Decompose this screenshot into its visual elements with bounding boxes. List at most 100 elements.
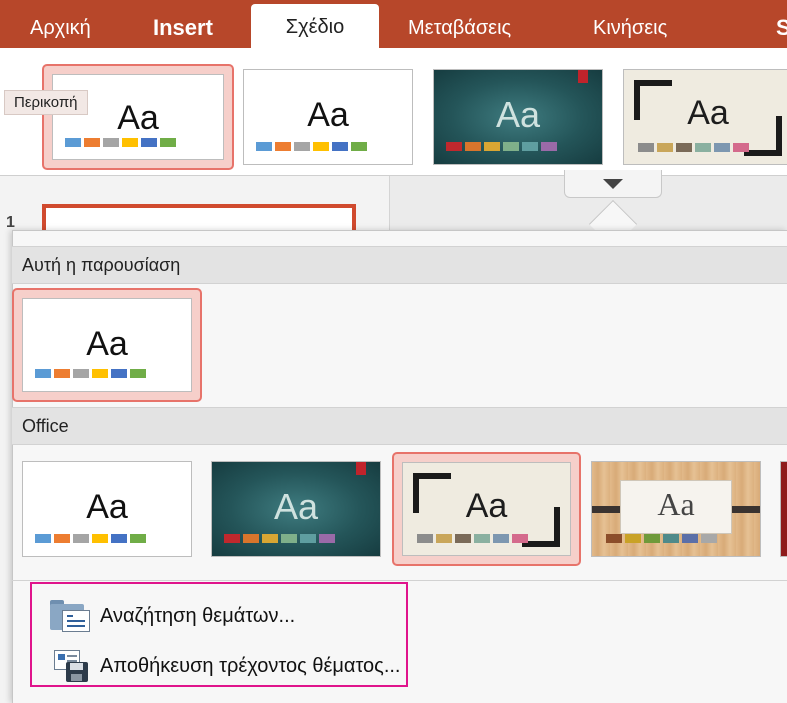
swatch — [465, 142, 481, 151]
swatch — [130, 534, 146, 543]
ribbon-theme-office[interactable]: Aa — [243, 69, 413, 165]
theme-sample-text: Aa — [86, 488, 128, 526]
swatch — [130, 369, 146, 378]
swatch — [122, 138, 138, 147]
tab-animations[interactable]: Κινήσεις — [593, 10, 667, 48]
section-office: Office — [12, 407, 787, 445]
swatch — [512, 534, 528, 543]
theme-decoration — [578, 70, 588, 83]
swatch — [313, 142, 329, 151]
color-swatches — [35, 369, 146, 378]
gallery-expand-button[interactable] — [564, 170, 662, 198]
theme-preview: Aa — [52, 74, 224, 160]
swatch — [663, 534, 679, 543]
theme-preview: Aa — [402, 462, 571, 556]
theme-preview: Aa — [22, 461, 192, 557]
ribbon-theme-current[interactable]: Aa — [42, 64, 234, 170]
panel-divider — [12, 580, 787, 581]
swatch — [294, 142, 310, 151]
theme-sample-text: Aa — [273, 486, 319, 527]
swatch — [319, 534, 335, 543]
theme-sample-text: Aa — [657, 486, 695, 522]
theme-office[interactable]: Aa — [22, 461, 192, 557]
swatch — [84, 138, 100, 147]
swatch — [111, 369, 127, 378]
theme-chalkboard[interactable]: Aa — [211, 461, 381, 557]
color-swatches — [224, 534, 335, 543]
theme-preview: Aa — [433, 69, 603, 165]
swatch — [644, 534, 660, 543]
theme-sample-text: Aa — [687, 94, 729, 132]
swatch — [281, 534, 297, 543]
swatch — [733, 143, 749, 152]
swatch — [92, 369, 108, 378]
swatch — [92, 534, 108, 543]
color-swatches — [256, 142, 367, 151]
swatch — [625, 534, 641, 543]
theme-preview: Aa — [591, 461, 761, 557]
swatch — [332, 142, 348, 151]
theme-preview: Aa — [211, 461, 381, 557]
swatch — [417, 534, 433, 543]
theme-this-presentation[interactable]: Aa — [12, 288, 202, 402]
swatch — [65, 138, 81, 147]
theme-next-partial[interactable] — [780, 461, 787, 557]
theme-sample-text: Aa — [307, 96, 349, 134]
swatch — [103, 138, 119, 147]
ribbon-theme-frame[interactable]: Aa — [623, 69, 787, 165]
swatch — [54, 369, 70, 378]
chevron-down-icon — [603, 179, 623, 189]
swatch — [701, 534, 717, 543]
swatch — [275, 142, 291, 151]
swatch — [300, 534, 316, 543]
tab-home[interactable]: Αρχική — [30, 10, 91, 48]
theme-sample-text: Aa — [86, 325, 128, 363]
swatch — [714, 143, 730, 152]
swatch — [54, 534, 70, 543]
color-swatches — [606, 534, 717, 543]
ribbon-theme-chalkboard[interactable]: Aa — [433, 69, 603, 165]
swatch — [638, 143, 654, 152]
theme-preview — [780, 461, 787, 557]
swatch — [695, 143, 711, 152]
swatch — [111, 534, 127, 543]
swatch — [541, 142, 557, 151]
swatch — [455, 534, 471, 543]
swatch — [484, 142, 500, 151]
color-swatches — [65, 138, 176, 147]
color-swatches — [35, 534, 146, 543]
swatch — [351, 142, 367, 151]
color-swatches — [417, 534, 528, 543]
swatch — [606, 534, 622, 543]
tab-insert[interactable]: Insert — [153, 10, 213, 48]
theme-wood[interactable]: Aa — [591, 461, 761, 557]
tab-slide-show-cut[interactable]: S — [776, 10, 787, 48]
swatch — [446, 142, 462, 151]
theme-decoration — [356, 462, 366, 475]
theme-preview: Aa — [243, 69, 413, 165]
theme-sample-text: Aa — [495, 94, 541, 135]
tab-transitions[interactable]: Μεταβάσεις — [408, 10, 511, 48]
theme-preview: Aa — [22, 298, 192, 392]
swatch — [657, 143, 673, 152]
theme-frame[interactable]: Aa — [392, 452, 581, 566]
tab-design[interactable]: Σχέδιο — [251, 4, 379, 48]
theme-preview: Aa — [623, 69, 787, 165]
highlight-box — [30, 582, 408, 687]
swatch — [224, 534, 240, 543]
swatch — [35, 369, 51, 378]
swatch — [35, 534, 51, 543]
swatch — [474, 534, 490, 543]
swatch — [676, 143, 692, 152]
swatch — [682, 534, 698, 543]
swatch — [262, 534, 278, 543]
swatch — [522, 142, 538, 151]
swatch — [243, 534, 259, 543]
swatch — [503, 142, 519, 151]
swatch — [73, 534, 89, 543]
swatch — [160, 138, 176, 147]
color-swatches — [638, 143, 749, 152]
section-this-presentation: Αυτή η παρουσίαση — [12, 246, 787, 284]
theme-sample-text: Aa — [465, 487, 508, 525]
swatch — [73, 369, 89, 378]
